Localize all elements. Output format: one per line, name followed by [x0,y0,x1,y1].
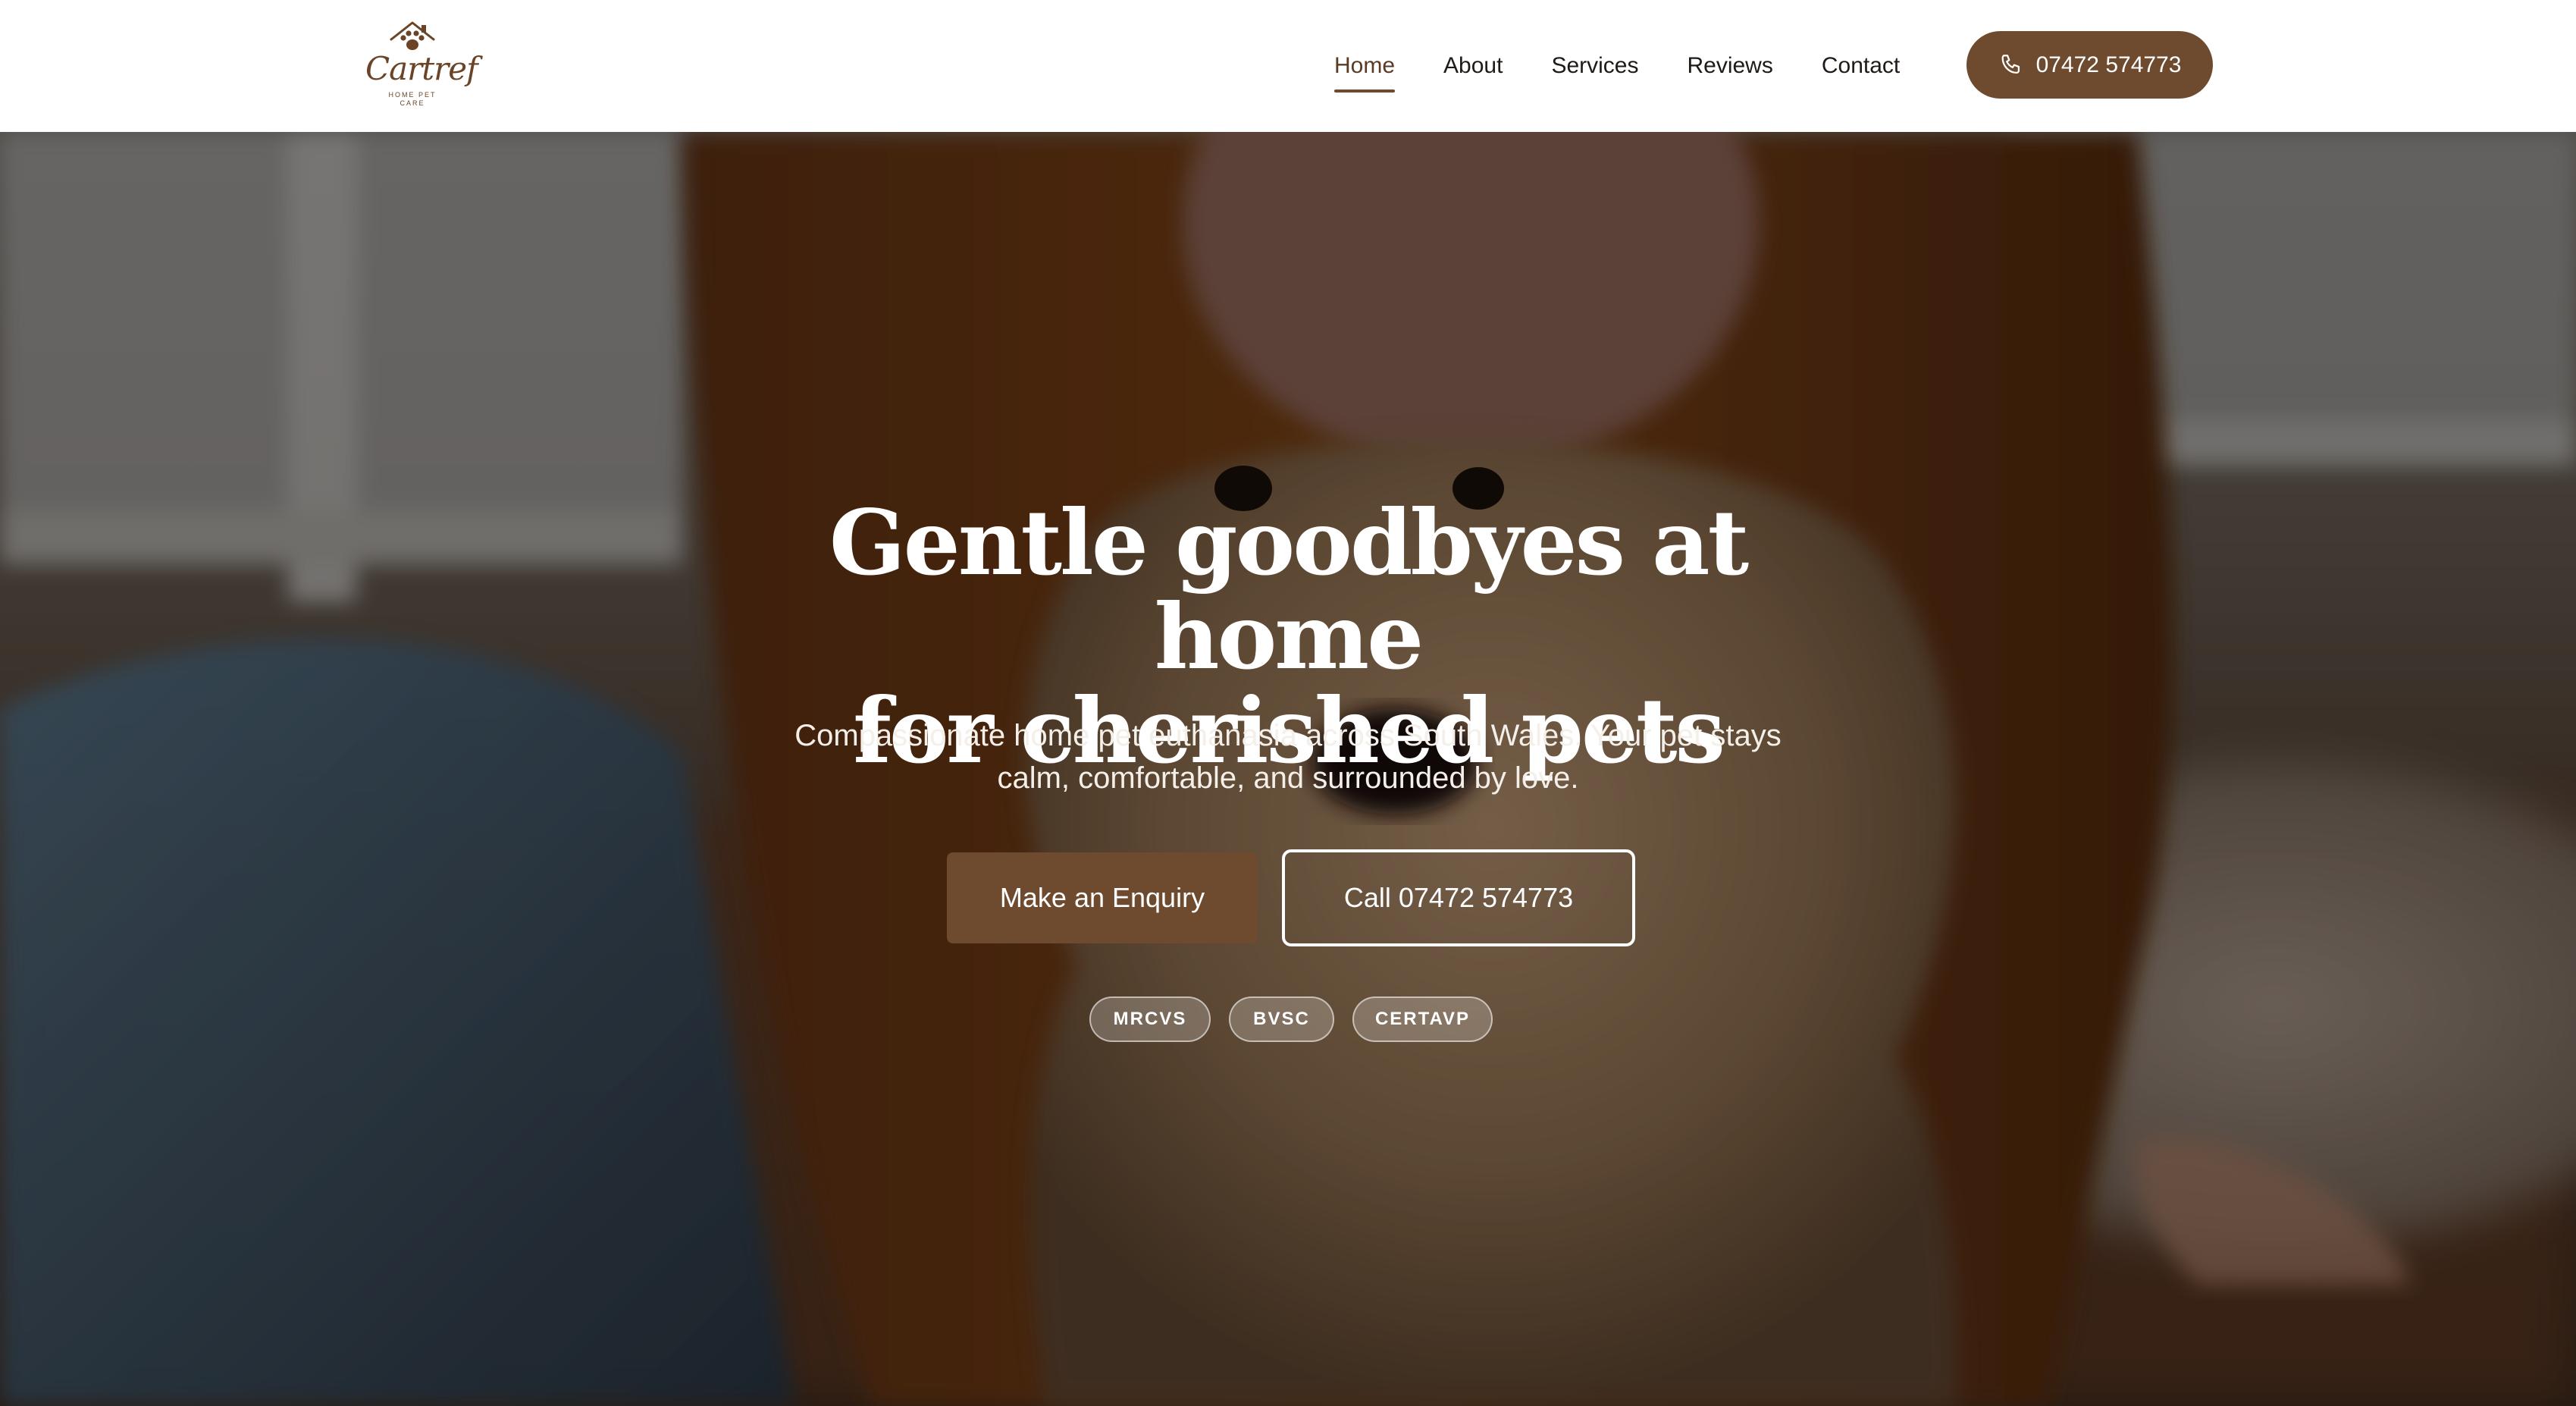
make-enquiry-button[interactable]: Make an Enquiry [947,852,1258,943]
hero-section: Gentle goodbyes at home for cherished pe… [0,132,2576,1406]
logo-tagline: HOME PET CARE [365,91,459,108]
hero-title-line-1: Gentle goodbyes at home [829,490,1749,689]
credential-badge-bvsc: BVSC [1229,996,1334,1042]
call-phone-button[interactable]: Call 07472 574773 [1282,849,1635,946]
logo[interactable]: Cartref HOME PET CARE [365,20,478,111]
main-nav: Home About Services Reviews Contact [1334,0,1948,132]
nav-home[interactable]: Home [1334,55,1396,93]
hero-subtitle: Compassionate home pet euthanasia across… [719,714,1857,799]
header-phone-label: 07472 574773 [2035,52,2182,77]
hero-subtitle-line-1: Compassionate home pet euthanasia across… [794,719,1782,752]
nav-contact[interactable]: Contact [1822,55,1900,77]
hero-subtitle-line-2: calm, comfortable, and surrounded by lov… [997,761,1579,795]
header-phone-button[interactable]: 07472 574773 [1966,31,2213,99]
nav-about[interactable]: About [1443,55,1503,77]
logo-tagline-line-1: HOME PET [388,91,437,99]
nav-reviews[interactable]: Reviews [1687,55,1772,77]
credential-badge-certavp: CERTAVP [1352,996,1493,1042]
nav-services[interactable]: Services [1551,55,1638,77]
site-header: Cartref HOME PET CARE Home About Service… [0,0,2576,132]
logo-tagline-line-2: CARE [400,99,425,107]
logo-wordmark: Cartref [365,50,478,87]
phone-icon [2001,54,2020,74]
credential-badge-mrcvs: MRCVS [1089,996,1211,1042]
